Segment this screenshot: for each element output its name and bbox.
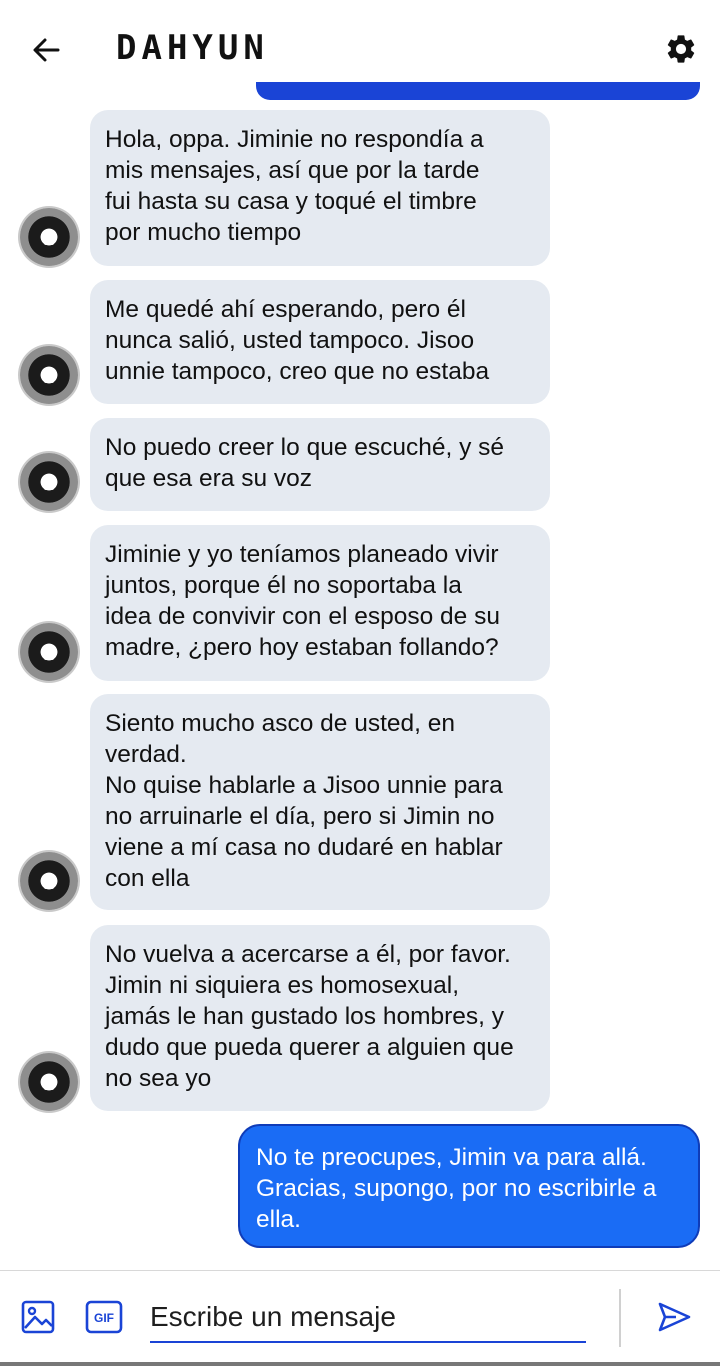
- divider: [619, 1289, 621, 1347]
- contact-name: DAHYUN: [116, 28, 269, 68]
- gear-icon: [667, 35, 695, 63]
- arrow-left-icon: [33, 38, 60, 62]
- gif-button[interactable]: GIF: [84, 1297, 124, 1337]
- avatar[interactable]: [20, 1053, 78, 1111]
- avatar[interactable]: [20, 346, 78, 404]
- incoming-message[interactable]: No puedo creer lo que escuché, y sé que …: [90, 418, 550, 511]
- message-composer: GIF: [0, 1270, 720, 1367]
- settings-button[interactable]: [660, 28, 702, 70]
- avatar[interactable]: [20, 852, 78, 910]
- message-input[interactable]: [150, 1293, 586, 1343]
- gif-label: GIF: [94, 1311, 114, 1325]
- outgoing-message[interactable]: No te preocupes, Jimin va para allá. Gra…: [238, 1124, 700, 1248]
- previous-outgoing-bubble: [256, 82, 700, 100]
- incoming-message[interactable]: Jiminie y yo teníamos planeado vivir jun…: [90, 525, 550, 681]
- attach-image-button[interactable]: [18, 1297, 58, 1337]
- send-button[interactable]: [654, 1297, 694, 1337]
- avatar[interactable]: [20, 453, 78, 511]
- image-icon: [21, 1300, 55, 1334]
- bottom-strip: [0, 1362, 720, 1366]
- back-button[interactable]: [24, 30, 68, 70]
- incoming-message[interactable]: Me quedé ahí esperando, pero él nunca sa…: [90, 280, 550, 404]
- send-icon: [658, 1302, 691, 1332]
- gif-icon: GIF: [85, 1300, 123, 1334]
- incoming-message[interactable]: Siento mucho asco de usted, en verdad. N…: [90, 694, 550, 910]
- incoming-message[interactable]: Hola, oppa. Jiminie no respondía a mis m…: [90, 110, 550, 266]
- incoming-message[interactable]: No vuelva a acercarse a él, por favor. J…: [90, 925, 550, 1111]
- avatar[interactable]: [20, 208, 78, 266]
- avatar[interactable]: [20, 623, 78, 681]
